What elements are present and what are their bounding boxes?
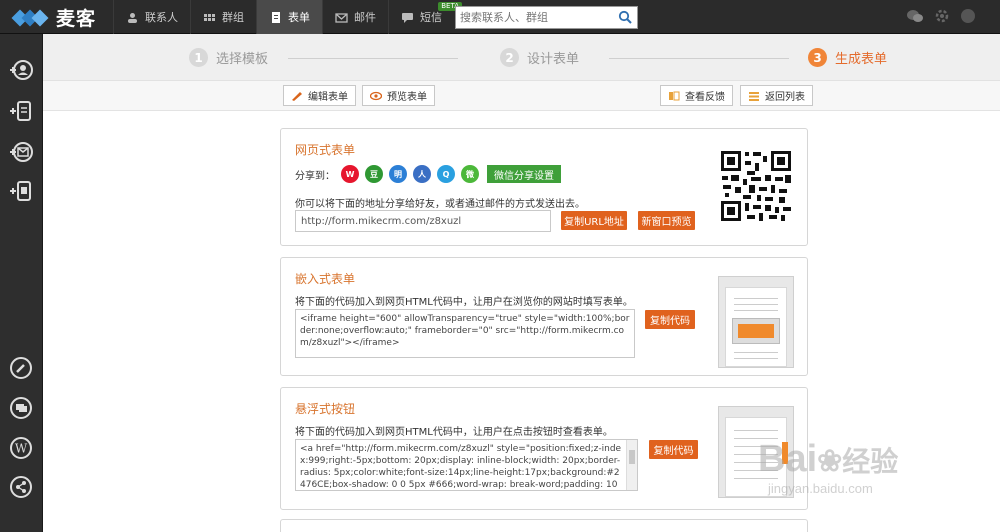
embed-form-desc: 将下面的代码加入到网页HTML代码中，让用户在浏览你的网站时填写表单。 <box>295 297 633 308</box>
nav-mail-label: 邮件 <box>354 11 376 24</box>
code-scrollbar[interactable] <box>626 440 637 490</box>
floating-button-desc: 将下面的代码加入到网页HTML代码中，让用户在点击按钮时查看表单。 <box>295 427 613 438</box>
scrollbar-thumb[interactable] <box>629 450 635 464</box>
watermark-url: jingyan.baidu.com <box>768 481 873 496</box>
add-form-icon[interactable] <box>9 99 33 123</box>
share-row: 分享到： W 豆 明 人 Q 微 微信分享设置 <box>295 165 561 183</box>
wordpress-icon[interactable]: W <box>9 436 33 460</box>
feedback-icon <box>669 91 680 100</box>
steps-bar: 1 选择模板 2 设计表单 3 生成表单 <box>43 34 1000 81</box>
add-contact-icon[interactable] <box>9 58 33 82</box>
nav-groups[interactable]: 群组 <box>190 0 256 34</box>
add-page-icon[interactable] <box>9 179 33 203</box>
wechat-share-settings-button[interactable]: 微信分享设置 <box>487 165 561 183</box>
step-design-form[interactable]: 2 设计表单 <box>500 48 579 67</box>
back-to-list-label: 返回列表 <box>765 92 805 103</box>
step-number: 3 <box>808 48 827 67</box>
nav-sms[interactable]: 短信 BETA <box>388 0 464 34</box>
nav-mail[interactable]: 邮件 <box>322 0 388 34</box>
embed-code-box[interactable]: <iframe height="600" allowTransparency="… <box>295 309 635 358</box>
nav-groups-label: 群组 <box>222 11 244 24</box>
step-number: 2 <box>500 48 519 67</box>
web-form-title: 网页式表单 <box>295 143 356 157</box>
brand-name: 麦客 <box>56 7 97 30</box>
form-url-field[interactable] <box>295 210 551 232</box>
search-box <box>455 6 638 29</box>
settings-icon[interactable] <box>934 8 950 24</box>
nav-forms[interactable]: 表单 <box>256 0 322 34</box>
web-form-desc: 你可以将下面的地址分享给好友，或者通过邮件的方式发送出去。 <box>295 199 585 210</box>
brush-icon <box>292 91 302 101</box>
contacts-icon <box>128 12 137 23</box>
search-icon[interactable] <box>618 10 632 24</box>
main-nav: 联系人 群组 表单 邮件 短信 BETA <box>113 0 464 34</box>
add-mail-icon[interactable] <box>9 140 33 164</box>
edit-form-button[interactable]: 编辑表单 <box>283 85 356 106</box>
share-icon[interactable] <box>9 475 33 499</box>
view-feedback-label: 查看反馈 <box>685 92 725 103</box>
web-form-card: 网页式表单 分享到： W 豆 明 人 Q 微 微信分享设置 你可以将下面的地址分… <box>280 128 808 246</box>
wechat-icon[interactable] <box>906 8 924 24</box>
step-label: 设计表单 <box>527 52 580 67</box>
step-divider <box>609 58 789 59</box>
copy-embed-code-button[interactable]: 复制代码 <box>645 310 695 329</box>
step-divider <box>288 58 458 59</box>
douban-icon[interactable]: 豆 <box>365 165 383 183</box>
edit-pencil-icon[interactable] <box>9 356 33 380</box>
floating-code-box[interactable]: <a href="http://form.mikecrm.com/z8xuzl"… <box>295 439 638 491</box>
nav-contacts-label: 联系人 <box>145 11 178 24</box>
watermark-brand-cn: 经验 <box>842 446 899 477</box>
nav-forms-label: 表单 <box>288 11 310 24</box>
weibo-icon[interactable]: W <box>341 165 359 183</box>
preview-form-label: 预览表单 <box>387 92 427 103</box>
qr-code-icon <box>719 149 793 223</box>
form-icon <box>272 11 280 23</box>
left-sidebar: W <box>0 34 43 532</box>
copy-url-button[interactable]: 复制URL地址 <box>561 211 627 230</box>
watermark-brand: Bai <box>758 438 818 480</box>
paw-icon: ❀ <box>817 445 843 478</box>
copy-floating-code-button[interactable]: 复制代码 <box>649 440 698 459</box>
app-logo[interactable]: 麦客 <box>11 5 97 30</box>
list-icon <box>749 91 759 101</box>
eye-icon <box>370 91 382 100</box>
user-avatar-icon[interactable] <box>960 8 976 24</box>
nav-sms-label: 短信 <box>420 11 442 24</box>
top-bar: 麦客 联系人 群组 表单 邮件 短信 BETA <box>0 0 1000 34</box>
logo-mark-icon <box>11 7 52 27</box>
svg-text:W: W <box>15 442 28 456</box>
step-label: 选择模板 <box>216 52 269 67</box>
search-input[interactable] <box>456 7 611 28</box>
mingdao-icon[interactable]: 明 <box>389 165 407 183</box>
next-card-partial <box>280 519 808 532</box>
floating-button-card: 悬浮式按钮 将下面的代码加入到网页HTML代码中，让用户在点击按钮时查看表单。 … <box>280 387 808 510</box>
preview-page <box>725 287 787 367</box>
wechat-share-icon[interactable]: 微 <box>461 165 479 183</box>
step-label: 生成表单 <box>835 52 888 67</box>
floating-button-title: 悬浮式按钮 <box>295 402 356 416</box>
renren-icon[interactable]: 人 <box>413 165 431 183</box>
chat-icon[interactable] <box>9 396 33 420</box>
nav-contacts[interactable]: 联系人 <box>113 0 190 34</box>
baidu-watermark: Bai❀经验 jingyan.baidu.com <box>758 440 898 496</box>
mail-icon <box>335 12 348 23</box>
embed-form-card: 嵌入式表单 将下面的代码加入到网页HTML代码中，让用户在浏览你的网站时填写表单… <box>280 257 808 376</box>
share-label: 分享到： <box>295 170 335 182</box>
open-new-window-button[interactable]: 新窗口预览 <box>638 211 695 230</box>
form-toolbar: 编辑表单 预览表单 查看反馈 返回列表 <box>43 81 1000 111</box>
edit-form-label: 编辑表单 <box>308 92 348 103</box>
step-number: 1 <box>189 48 208 67</box>
sms-icon <box>402 12 413 23</box>
embed-form-title: 嵌入式表单 <box>295 272 356 286</box>
back-to-list-button[interactable]: 返回列表 <box>740 85 813 106</box>
step-generate-form[interactable]: 3 生成表单 <box>808 48 887 67</box>
preview-form-button[interactable]: 预览表单 <box>362 85 435 106</box>
view-feedback-button[interactable]: 查看反馈 <box>660 85 733 106</box>
group-icon <box>204 13 215 21</box>
step-choose-template[interactable]: 1 选择模板 <box>189 48 268 67</box>
qq-icon[interactable]: Q <box>437 165 455 183</box>
preview-embed-frame <box>732 318 780 344</box>
top-right-tools <box>906 8 976 24</box>
embed-preview-illustration <box>718 276 794 368</box>
